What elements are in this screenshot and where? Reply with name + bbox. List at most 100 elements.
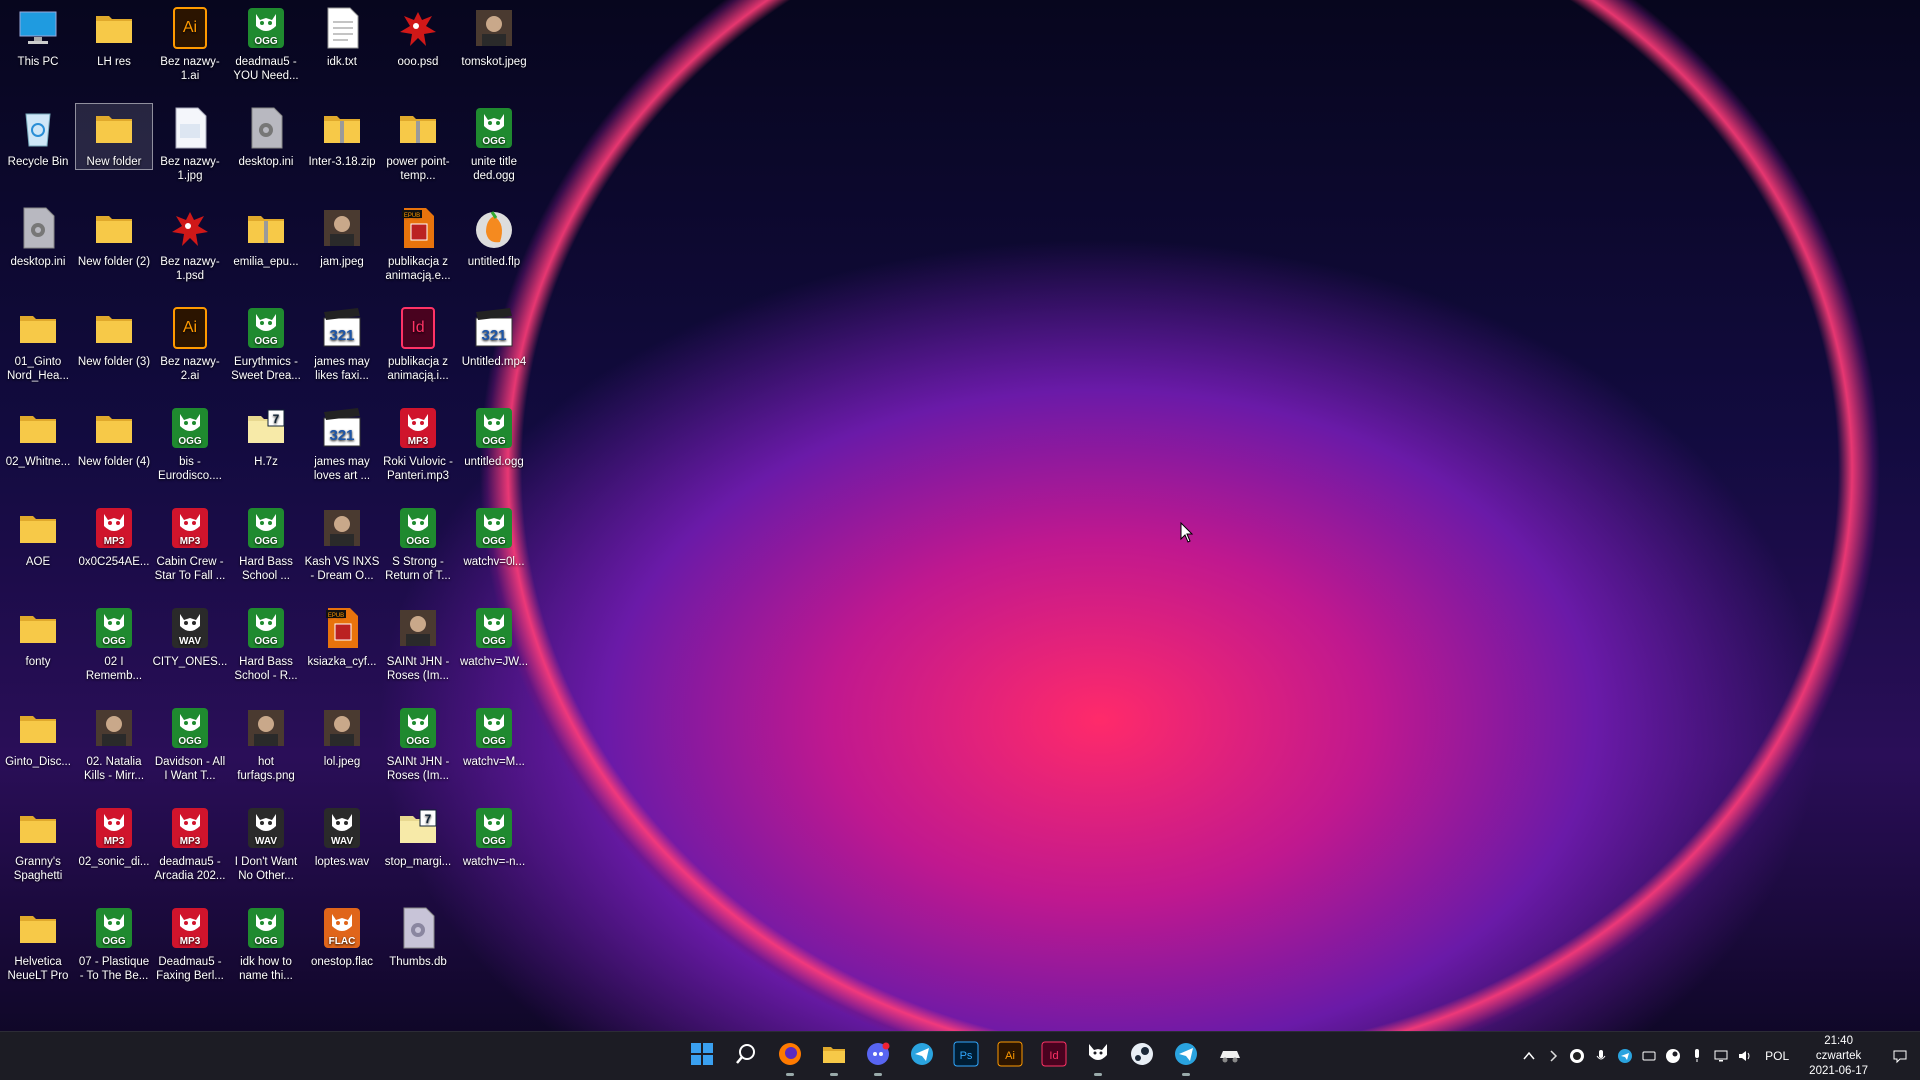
desktop-icon[interactable]: New folder (75, 103, 153, 170)
desktop-icon[interactable]: SAINt JHN - Roses (Im... (380, 604, 456, 683)
microphone-tray-icon[interactable] (1589, 1032, 1613, 1080)
desktop-icon[interactable]: 321 james may loves art ... (304, 404, 380, 483)
desktop-icon[interactable]: Thumbs.db (380, 904, 456, 969)
desktop-icon[interactable]: OGG watchv=M... (456, 704, 532, 769)
steam-button[interactable] (1120, 1034, 1164, 1078)
desktop-icon[interactable]: Id publikacja z animacją.i... (380, 304, 456, 383)
desktop-icon[interactable]: OGG unite title ded.ogg (456, 104, 532, 183)
start-button[interactable] (680, 1034, 724, 1078)
desktop-icon[interactable]: OGG Hard Bass School ... (228, 504, 304, 583)
desktop-icon[interactable]: MP3 Deadmau5 - Faxing Berl... (152, 904, 228, 983)
desktop-icon[interactable]: New folder (4) (76, 404, 152, 469)
notification-icon[interactable] (1880, 1032, 1920, 1080)
desktop-icon[interactable]: OGG bis - Eurodisco.... (152, 404, 228, 483)
telegram2-button[interactable] (1164, 1034, 1208, 1078)
desktop-icon[interactable]: OGG watchv=0l... (456, 504, 532, 569)
desktop-icon[interactable]: WAV I Don't Want No Other... (228, 804, 304, 883)
desktop-icon[interactable]: EPUB ksiazka_cyf... (304, 604, 380, 669)
foobar-button[interactable] (1076, 1034, 1120, 1078)
desktop-icon[interactable]: EPUB publikacja z animacją.e... (380, 204, 456, 283)
desktop-icon[interactable]: Ginto_Disc... (0, 704, 76, 769)
keyboard-tray-icon[interactable] (1637, 1032, 1661, 1080)
network-icon[interactable] (1709, 1032, 1733, 1080)
desktop-icon[interactable]: Recycle Bin (0, 104, 76, 169)
language-indicator[interactable]: POL (1757, 1049, 1797, 1063)
desktop-icon[interactable]: OGG watchv=-n... (456, 804, 532, 869)
firefox-button[interactable] (768, 1034, 812, 1078)
chevron-up-icon[interactable] (1517, 1032, 1541, 1080)
desktop-icon[interactable]: OGG 02 I Rememb... (76, 604, 152, 683)
desktop-icon[interactable]: WAV CITY_ONES... (152, 604, 228, 669)
file-explorer-button[interactable] (812, 1034, 856, 1078)
telegram-tray-icon[interactable] (1613, 1032, 1637, 1080)
desktop-icon[interactable]: MP3 Roki Vulovic - Panteri.mp3 (380, 404, 456, 483)
jpg-file-icon (168, 106, 212, 150)
telegram-button[interactable] (900, 1034, 944, 1078)
desktop-icon[interactable]: MP3 deadmau5 - Arcadia 202... (152, 804, 228, 883)
clock[interactable]: 21:40 czwartek 2021-06-17 (1797, 1034, 1880, 1079)
desktop-icon[interactable]: OGG Eurythmics - Sweet Drea... (228, 304, 304, 383)
desktop-icon[interactable]: WAV loptes.wav (304, 804, 380, 869)
desktop-icon[interactable]: jam.jpeg (304, 204, 380, 269)
desktop-icon[interactable]: OGG untitled.ogg (456, 404, 532, 469)
desktop-icon[interactable]: 7 H.7z (228, 404, 304, 469)
desktop-icon[interactable]: Ai Bez nazwy-1.ai (152, 4, 228, 83)
desktop-icon[interactable]: Bez nazwy-1.psd (152, 204, 228, 283)
desktop-icon[interactable]: OGG deadmau5 - YOU Need... (228, 4, 304, 83)
running-indicator (1182, 1073, 1190, 1076)
desktop-icon[interactable]: ooo.psd (380, 4, 456, 69)
desktop-icon[interactable]: Granny's Spaghetti (0, 804, 76, 883)
desktop-icon[interactable]: tomskot.jpeg (456, 4, 532, 69)
desktop-icon[interactable]: OGG watchv=JW... (456, 604, 532, 669)
photoshop-button[interactable]: Ps (944, 1034, 988, 1078)
desktop-icon[interactable]: 321 james may likes faxi... (304, 304, 380, 383)
desktop-icon[interactable]: New folder (2) (76, 204, 152, 269)
discord-button[interactable] (856, 1034, 900, 1078)
desktop-icon[interactable]: power point-temp... (380, 104, 456, 183)
desktop-icon[interactable]: MP3 Cabin Crew - Star To Fall ... (152, 504, 228, 583)
desktop-icon[interactable]: 02. Natalia Kills - Mirr... (76, 704, 152, 783)
desktop-icon[interactable]: 01_Ginto Nord_Hea... (0, 304, 76, 383)
desktop-icon[interactable]: This PC (0, 4, 76, 69)
game-button[interactable] (1208, 1034, 1252, 1078)
desktop-icon[interactable]: Inter-3.18.zip (304, 104, 380, 169)
volume-icon[interactable] (1733, 1032, 1757, 1080)
desktop-icon[interactable]: OGG S Strong - Return of T... (380, 504, 456, 583)
desktop-icon[interactable]: desktop.ini (0, 204, 76, 269)
desktop-icon[interactable]: 7 stop_margi... (380, 804, 456, 869)
desktop-icon[interactable]: Kash VS INXS - Dream O... (304, 504, 380, 583)
desktop-icon[interactable]: Helvetica NeueLT Pro (0, 904, 76, 983)
desktop-icon[interactable]: 321 Untitled.mp4 (456, 304, 532, 369)
desktop-icon-label: 02 I Rememb... (85, 656, 143, 682)
desktop-icon[interactable]: New folder (3) (76, 304, 152, 369)
desktop-icon[interactable]: OGG 07 - Plastique - To The Be... (76, 904, 152, 983)
desktop-icon[interactable]: OGG SAINt JHN - Roses (Im... (380, 704, 456, 783)
desktop-icon[interactable]: AOE (0, 504, 76, 569)
desktop-icon[interactable]: emilia_epu... (228, 204, 304, 269)
desktop-icon[interactable]: untitled.flp (456, 204, 532, 269)
desktop-icon[interactable]: hot furfags.png (228, 704, 304, 783)
desktop-icon[interactable]: Ai Bez nazwy-2.ai (152, 304, 228, 383)
desktop-icon[interactable]: lol.jpeg (304, 704, 380, 769)
desktop-icon[interactable]: OGG idk how to name thi... (228, 904, 304, 983)
illustrator-button[interactable]: Ai (988, 1034, 1032, 1078)
chevron-right-icon[interactable] (1541, 1032, 1565, 1080)
desktop-icon[interactable]: Bez nazwy-1.jpg (152, 104, 228, 183)
desktop-icon[interactable]: 02_Whitne... (0, 404, 76, 469)
microphone-icon[interactable] (1685, 1032, 1709, 1080)
indesign-button[interactable]: Id (1032, 1034, 1076, 1078)
obs-icon[interactable] (1565, 1032, 1589, 1080)
photo-file-icon (244, 706, 288, 750)
desktop-icon[interactable]: desktop.ini (228, 104, 304, 169)
desktop-icon[interactable]: LH res (76, 4, 152, 69)
steam-tray-icon[interactable] (1661, 1032, 1685, 1080)
desktop-icon[interactable]: OGG Davidson - All I Want T... (152, 704, 228, 783)
search-button[interactable] (724, 1034, 768, 1078)
desktop-icon[interactable]: MP3 0x0C254AE... (76, 504, 152, 569)
desktop-icon[interactable]: FLAC onestop.flac (304, 904, 380, 969)
desktop-icon[interactable]: OGG Hard Bass School - R... (228, 604, 304, 683)
desktop-icon[interactable]: idk.txt (304, 4, 380, 69)
desktop-icon[interactable]: fonty (0, 604, 76, 669)
svg-text:Ai: Ai (183, 19, 197, 36)
desktop-icon[interactable]: MP3 02_sonic_di... (76, 804, 152, 869)
